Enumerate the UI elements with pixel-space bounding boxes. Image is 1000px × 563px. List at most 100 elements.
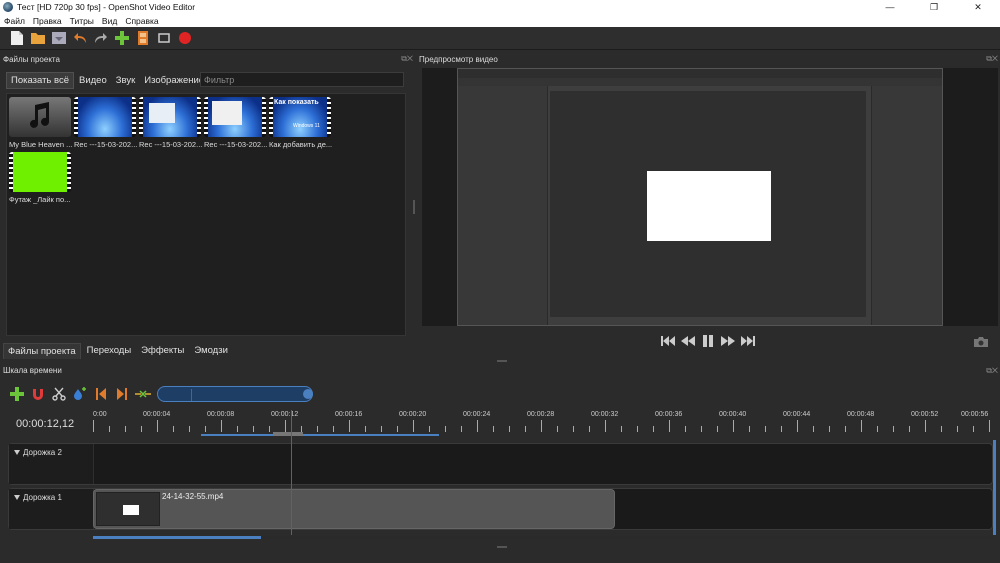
center-icon (135, 390, 151, 398)
ruler-label: 00:00:36 (655, 411, 683, 418)
minimize-button[interactable]: — (868, 0, 912, 14)
dock-tabs: Файлы проекта Переходы Эффекты Эмодзи (3, 343, 234, 359)
fullscreen-button[interactable] (155, 29, 173, 47)
file-item[interactable]: Rec ---15-03-202... (204, 97, 268, 149)
skip-end-icon (741, 336, 755, 346)
track-header[interactable]: Дорожка 1 (9, 489, 94, 529)
export-video-button[interactable] (176, 29, 194, 47)
clip-thumbnail-white (123, 505, 139, 515)
timeline-scrollbar[interactable] (93, 536, 993, 539)
ruler-label: 00:00:08 (207, 411, 235, 418)
thumb-title: Как показать (274, 99, 319, 106)
add-track-button[interactable] (8, 385, 26, 403)
fullscreen-icon (158, 33, 170, 43)
file-item[interactable]: Футаж _Лайк по... (9, 152, 73, 204)
file-thumbnail (9, 152, 71, 192)
next-marker-icon (117, 388, 127, 400)
filter-image[interactable]: Изображение (140, 73, 208, 88)
file-item[interactable]: My Blue Heaven ... (9, 97, 73, 149)
panel-float-icon[interactable]: ⧉✕ (986, 366, 998, 376)
file-label: Rec ---15-03-202... (74, 140, 138, 149)
frame-toolbox (458, 86, 548, 325)
track-name: Дорожка 2 (23, 448, 62, 457)
menu-bar: Файл Правка Титры Вид Справка (0, 14, 1000, 27)
razor-button[interactable] (50, 385, 68, 403)
import-files-button[interactable] (113, 29, 131, 47)
track-row[interactable]: Дорожка 2 (8, 443, 993, 485)
ruler-label: 00:00:44 (783, 411, 811, 418)
window-title: Тест [HD 720p 30 fps] - OpenShot Video E… (17, 2, 196, 12)
track-menu-icon (14, 495, 20, 500)
maximize-button[interactable]: ❐ (912, 0, 956, 14)
frame-layers-panel (871, 86, 942, 325)
vertical-splitter[interactable] (413, 200, 415, 214)
timeline-clip[interactable]: 24-14-32-55.mp4 (93, 489, 615, 529)
filter-audio[interactable]: Звук (112, 73, 139, 88)
plus-icon (10, 387, 24, 401)
playhead[interactable] (291, 410, 292, 535)
menu-view[interactable]: Вид (102, 16, 117, 26)
camera-icon (974, 337, 988, 347)
fast-forward-icon (721, 336, 735, 346)
snapshot-button[interactable] (973, 336, 989, 350)
redo-icon (95, 33, 107, 43)
thumb-subtitle: Windows 11 (293, 123, 320, 129)
panel-float-icon[interactable]: ⧉✕ (401, 54, 413, 64)
new-project-button[interactable] (8, 29, 26, 47)
menu-help[interactable]: Справка (125, 16, 158, 26)
rewind-button[interactable] (678, 334, 698, 348)
center-playhead-button[interactable] (134, 385, 152, 403)
snap-button[interactable] (29, 385, 47, 403)
music-note-icon (30, 102, 49, 128)
pause-icon (703, 335, 713, 347)
rewind-icon (681, 336, 695, 346)
ruler-label: 00:00:40 (719, 411, 747, 418)
choose-profile-button[interactable] (134, 29, 152, 47)
ruler-label: 00:00:04 (143, 411, 171, 418)
track-menu-icon (14, 450, 20, 455)
menu-edit[interactable]: Правка (33, 16, 62, 26)
open-project-button[interactable] (29, 29, 47, 47)
save-project-button[interactable] (50, 29, 68, 47)
previous-marker-button[interactable] (92, 385, 110, 403)
vertical-scrollbar[interactable] (993, 440, 996, 535)
preview-panel-header: Предпросмотр видео ⧉✕ (419, 53, 998, 65)
redo-button[interactable] (92, 29, 110, 47)
scissors-icon (52, 387, 66, 401)
tab-emojis[interactable]: Эмодзи (190, 343, 232, 359)
zoom-handle[interactable] (303, 389, 313, 399)
file-item[interactable]: Как показать Windows 11 Как добавить де.… (269, 97, 333, 149)
bottom-splitter[interactable] (497, 546, 507, 548)
zoom-slider[interactable] (157, 386, 313, 402)
tab-project-files[interactable]: Файлы проекта (3, 343, 81, 359)
track-header[interactable]: Дорожка 2 (9, 444, 94, 484)
magnet-icon (33, 389, 43, 400)
folder-icon (31, 33, 45, 44)
scrollbar-thumb[interactable] (93, 536, 261, 539)
menu-titles[interactable]: Титры (70, 16, 94, 26)
jump-start-button[interactable] (658, 334, 678, 348)
filter-video[interactable]: Видео (75, 73, 111, 88)
clip-name: 24-14-32-55.mp4 (162, 492, 224, 501)
horizontal-splitter[interactable] (497, 360, 507, 362)
tab-effects[interactable]: Эффекты (137, 343, 188, 359)
menu-file[interactable]: Файл (4, 16, 25, 26)
file-label: Как добавить де... (269, 140, 333, 149)
ruler-label: 00:00:20 (399, 411, 427, 418)
fast-forward-button[interactable] (718, 334, 738, 348)
close-button[interactable]: ✕ (956, 0, 1000, 14)
timeline-ruler[interactable]: 0:00 00:00:04 00:00:08 00:00:12 00:00:16… (93, 408, 993, 438)
ruler-label: 0:00 (93, 411, 107, 418)
pause-button[interactable] (698, 334, 718, 348)
filter-show-all[interactable]: Показать всё (6, 72, 74, 89)
filter-input[interactable]: Фильтр (200, 72, 404, 87)
undo-button[interactable] (71, 29, 89, 47)
file-item[interactable]: Rec ---15-03-202... (74, 97, 138, 149)
jump-end-button[interactable] (738, 334, 758, 348)
next-marker-button[interactable] (113, 385, 131, 403)
add-marker-button[interactable] (71, 385, 89, 403)
file-item[interactable]: Rec ---15-03-202... (139, 97, 203, 149)
panel-float-icon[interactable]: ⧉✕ (986, 54, 998, 64)
tab-transitions[interactable]: Переходы (83, 343, 136, 359)
preview-frame (457, 68, 943, 326)
